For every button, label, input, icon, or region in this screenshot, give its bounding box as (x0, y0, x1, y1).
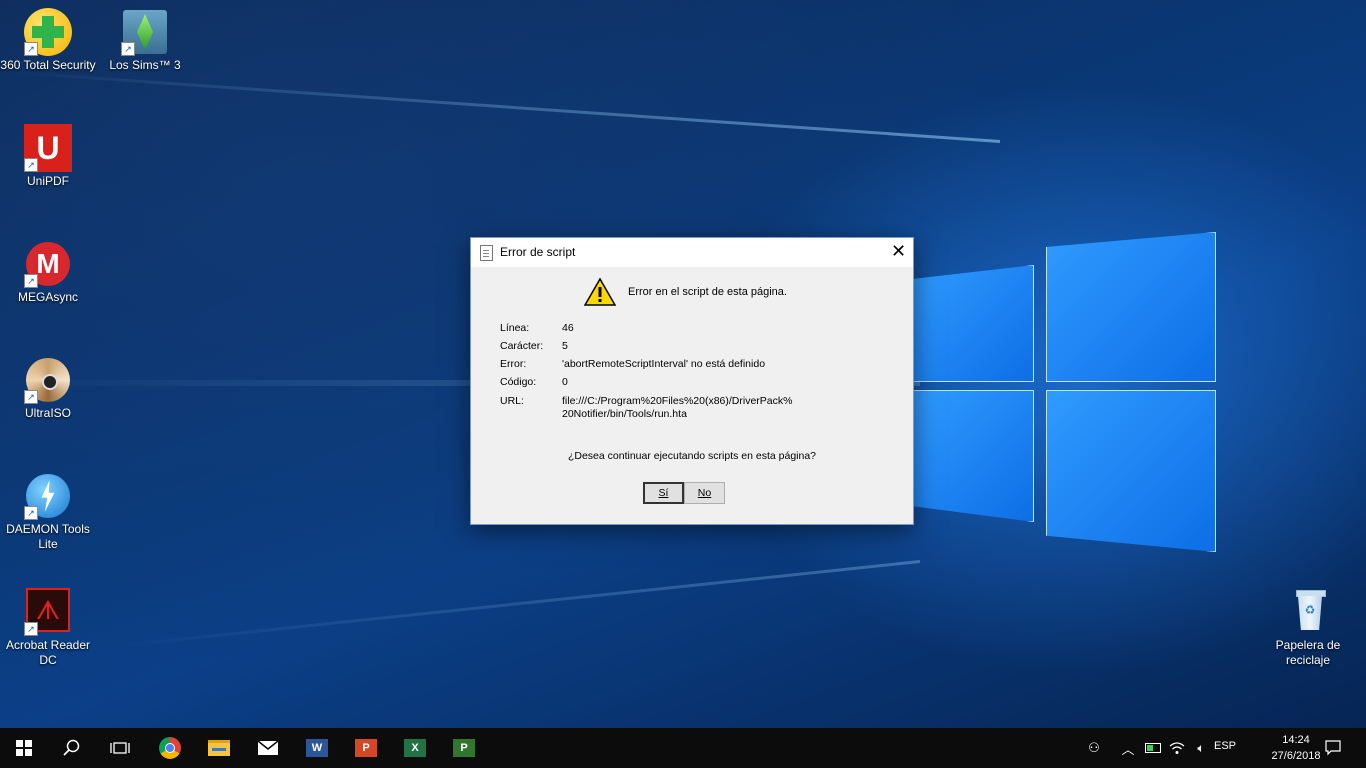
task-view-icon (110, 742, 130, 754)
desktop-icon-acrobat-reader[interactable]: ᗑ ↗ Acrobat Reader DC (0, 588, 96, 668)
field-value: 5 (562, 340, 568, 352)
field-label: Error: (500, 358, 527, 370)
desktop-icon-label: MEGAsync (17, 290, 78, 304)
chrome-icon (159, 737, 181, 759)
light-beam (104, 560, 921, 649)
excel-icon: X (404, 739, 426, 757)
desktop-icon-unipdf[interactable]: U ↗ UniPDF (0, 124, 96, 189)
volume-button[interactable]: 🔈︎ (1190, 728, 1212, 768)
file-explorer-icon (208, 740, 230, 756)
field-value: 46 (562, 322, 574, 334)
taskbar-app-word[interactable]: W (293, 728, 341, 768)
wifi-button[interactable] (1166, 728, 1188, 768)
error-message-row: Error en el script de esta página. (584, 276, 787, 308)
battery-icon (1145, 743, 1161, 753)
no-button-label: No (697, 487, 712, 499)
desktop-icon-recycle-bin[interactable]: ♻ Papelera de reciclaje (1260, 588, 1356, 668)
chevron-up-icon: ︿ (1121, 742, 1135, 758)
desktop-icon-label: Acrobat Reader DC (5, 638, 91, 667)
taskbar-app-file-explorer[interactable] (195, 728, 243, 768)
mail-icon (257, 740, 279, 755)
taskbar-app-mail[interactable] (244, 728, 292, 768)
acrobat-reader-icon: ᗑ ↗ (24, 588, 72, 636)
field-label: Línea: (500, 322, 530, 334)
start-button[interactable] (0, 728, 48, 768)
notification-icon (1325, 740, 1341, 756)
word-icon: W (306, 739, 328, 757)
desktop-icon-360-total-security[interactable]: ↗ 360 Total Security (0, 8, 96, 73)
desktop-icon-ultraiso[interactable]: ↗ UltraISO (0, 356, 96, 421)
show-hidden-icons-button[interactable]: ︿ (1118, 728, 1138, 768)
daemon-tools-icon: ↗ (24, 472, 72, 520)
battery-button[interactable] (1142, 728, 1164, 768)
taskbar-app-chrome[interactable] (146, 728, 194, 768)
desktop-icon-label: Los Sims™ 3 (109, 58, 181, 72)
warning-icon (584, 277, 616, 306)
desktop-icon-label: Papelera de reciclaje (1275, 638, 1341, 667)
task-view-button[interactable] (96, 728, 144, 768)
close-icon: ✕ (890, 241, 907, 261)
recycle-bin-icon: ♻ (1284, 588, 1332, 636)
yes-button[interactable]: Sí (643, 482, 684, 504)
dialog-titlebar[interactable]: Error de script ✕ (471, 238, 913, 267)
field-value: 0 (562, 376, 568, 388)
no-button[interactable]: No (684, 482, 725, 504)
language-indicator[interactable]: ESP (1214, 740, 1236, 752)
people-icon: ⚇ (1088, 740, 1100, 756)
field-label: Código: (500, 376, 537, 388)
field-label: URL: (500, 395, 524, 407)
volume-icon: 🔈︎ (1197, 740, 1205, 755)
desktop-icon-daemon-tools[interactable]: ↗ DAEMON Tools Lite (0, 472, 96, 552)
taskbar: W P X P ⚇ ︿ 🔈︎ ESP 14:24 27/6/2018 (0, 728, 1366, 768)
taskbar-app-powerpoint[interactable]: P (342, 728, 390, 768)
script-error-dialog: Error de script ✕ Error en el script de … (470, 237, 914, 525)
360-total-security-icon: ↗ (24, 8, 72, 56)
project-icon: P (453, 739, 475, 757)
field-value: file:///C:/Program%20Files%20(x86)/Drive… (562, 395, 793, 420)
desktop-icon-label: DAEMON Tools Lite (6, 522, 90, 551)
continue-question: ¿Desea continuar ejecutando scripts en e… (567, 450, 817, 462)
search-button[interactable] (48, 728, 96, 768)
field-label: Carácter: (500, 340, 544, 352)
desktop-icon-sims3[interactable]: ↗ Los Sims™ 3 (97, 8, 193, 73)
powerpoint-icon: P (355, 739, 377, 757)
light-beam (2, 70, 1001, 143)
error-message: Error en el script de esta página. (628, 286, 787, 298)
start-icon (16, 740, 32, 756)
dialog-title: Error de script (500, 245, 576, 259)
desktop-icon-label: UltraISO (24, 406, 71, 420)
field-value: 'abortRemoteScriptInterval' no está defi… (562, 358, 766, 370)
unipdf-icon: U ↗ (24, 124, 72, 172)
desktop-icon-label: 360 Total Security (0, 58, 96, 72)
sims3-icon: ↗ (121, 8, 169, 56)
yes-button-label: Sí (658, 487, 669, 499)
action-center-button[interactable] (1318, 728, 1348, 768)
megasync-icon: M ↗ (24, 240, 72, 288)
search-icon (63, 739, 80, 756)
people-button[interactable]: ⚇ (1080, 728, 1108, 768)
taskbar-app-excel[interactable]: X (391, 728, 439, 768)
ultraiso-icon: ↗ (24, 356, 72, 404)
document-icon (480, 245, 493, 261)
close-button[interactable]: ✕ (884, 238, 913, 267)
desktop-icon-megasync[interactable]: M ↗ MEGAsync (0, 240, 96, 305)
wifi-icon (1169, 742, 1185, 754)
taskbar-app-project[interactable]: P (440, 728, 488, 768)
desktop-icon-label: UniPDF (26, 174, 69, 188)
